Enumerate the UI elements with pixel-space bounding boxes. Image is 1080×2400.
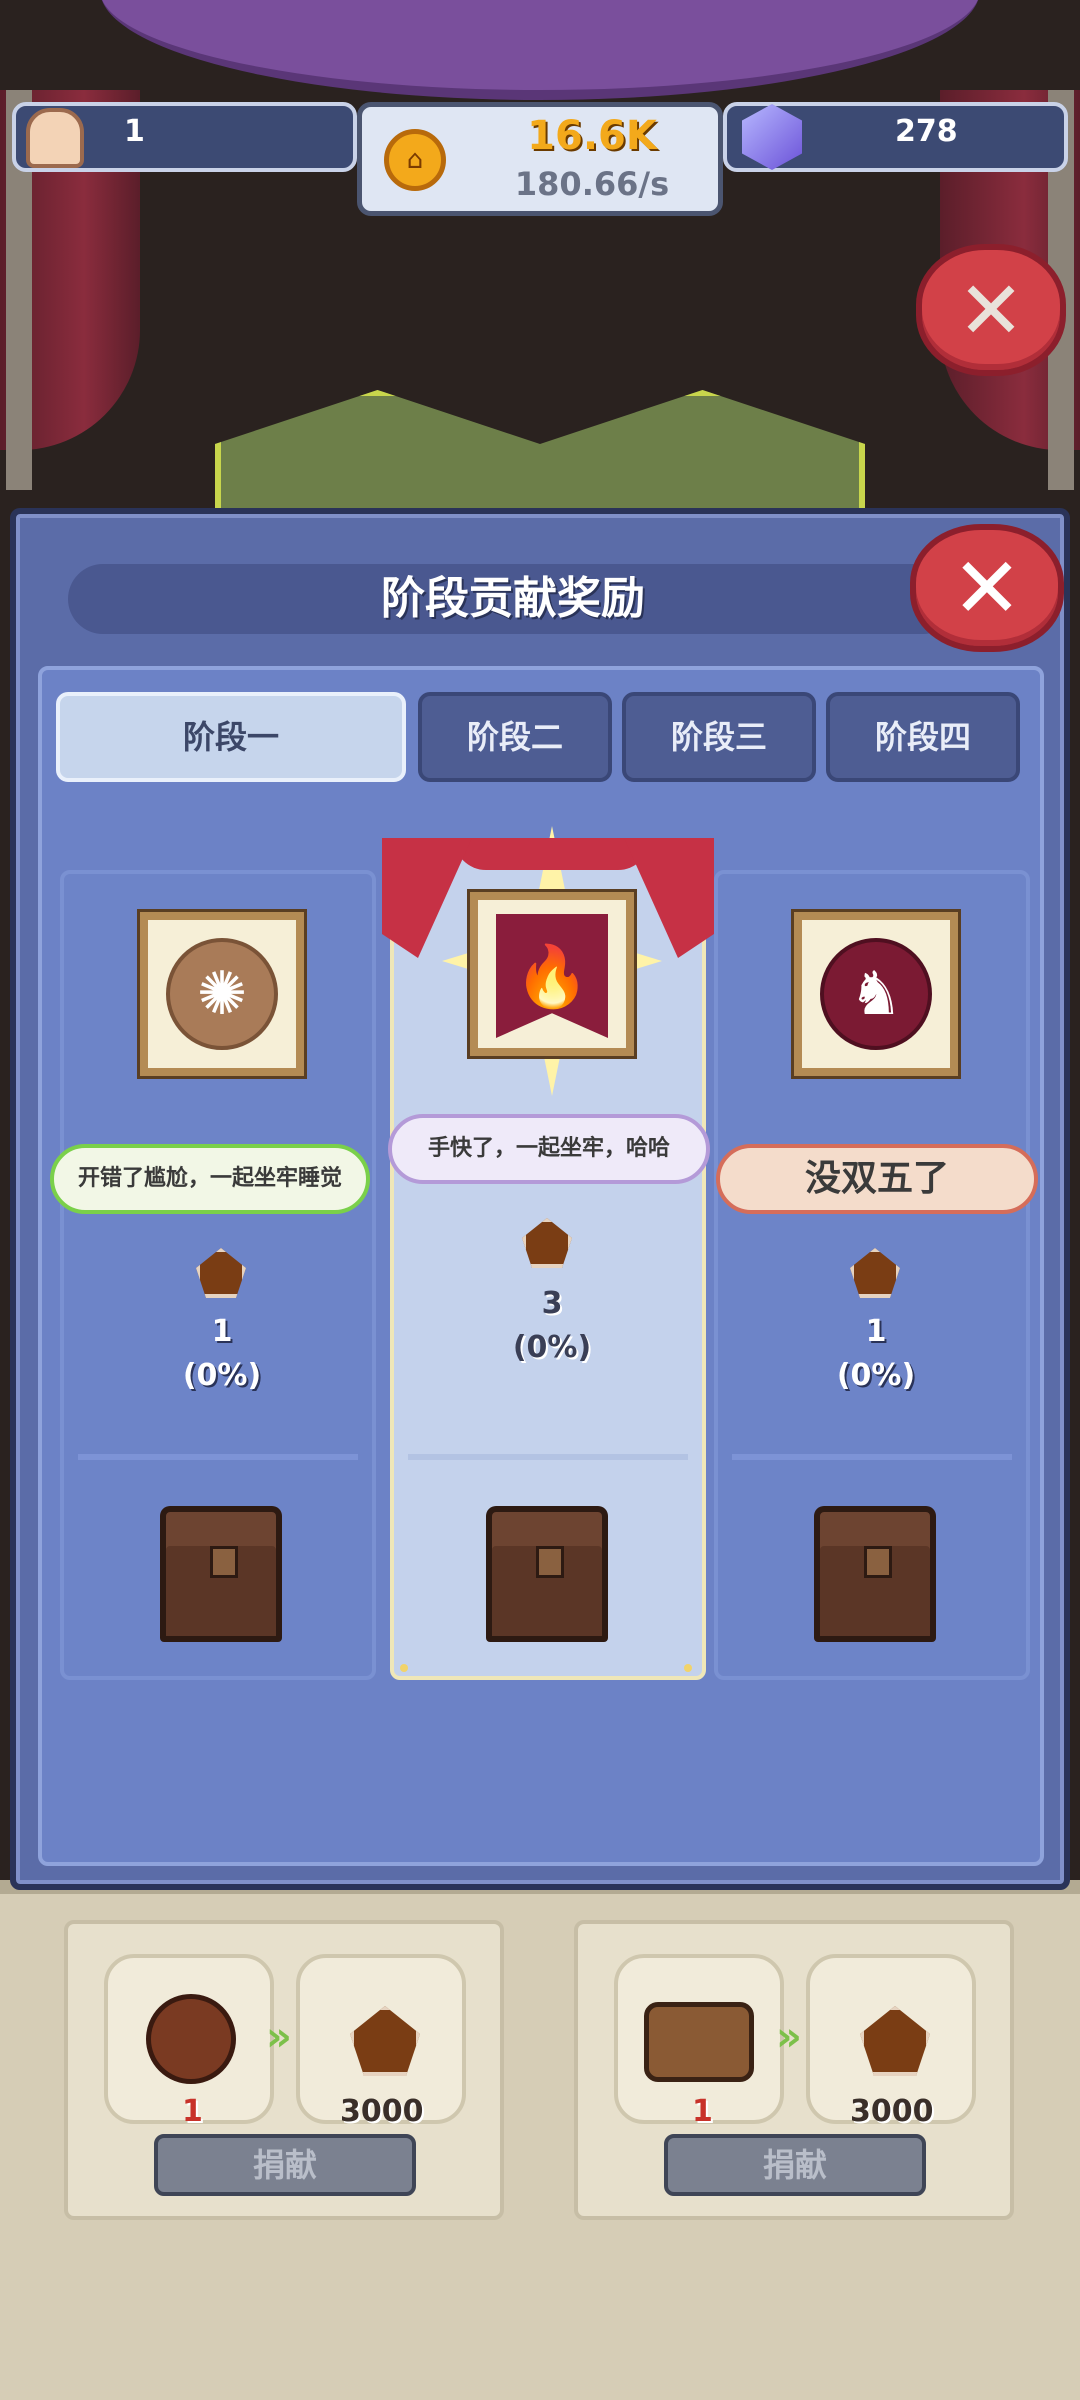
wood-logs-icon <box>644 2002 754 2082</box>
resource-icon <box>860 2006 930 2076</box>
reward-count: 1 <box>865 1314 887 1349</box>
gem-count: 278 <box>895 114 958 149</box>
close-background-button[interactable]: ✕ <box>916 244 1066 376</box>
treasure-chest-icon[interactable] <box>160 1506 282 1642</box>
reward-count: 3 <box>541 1286 563 1321</box>
resource-icon <box>850 1248 900 1298</box>
reward-frame: ✺ <box>140 912 304 1076</box>
dragon-emblem-icon: ♞ <box>820 938 932 1050</box>
gold-coin-icon: ⌂ <box>384 129 446 191</box>
gold-panel[interactable]: ⌂ 16.6K 180.66/s <box>357 102 723 216</box>
ribbon-decoration <box>454 838 650 870</box>
caption-bubble-2: 手快了，一起坐牢，哈哈 <box>388 1114 710 1184</box>
worker-avatar-icon <box>26 108 84 168</box>
input-count: 1 <box>692 2094 713 2129</box>
treasure-chest-icon[interactable] <box>486 1506 608 1642</box>
population-count: 1 <box>124 114 145 149</box>
arrow-right-icon: » <box>266 2014 292 2060</box>
ribbon-left-decoration <box>382 838 472 958</box>
gold-rate: 180.66/s <box>514 165 670 203</box>
reward-column-3[interactable]: ♞ 1 (0%) <box>714 870 1030 1680</box>
phoenix-emblem-icon: ✺ <box>166 938 278 1050</box>
reward-column-1[interactable]: ✺ 1 (0%) <box>60 870 376 1680</box>
corner-sparkle <box>684 1664 692 1672</box>
reward-percent: (0%) <box>182 1358 262 1393</box>
resource-icon <box>196 1248 246 1298</box>
close-icon: ✕ <box>951 539 1023 637</box>
close-icon: ✕ <box>957 263 1025 357</box>
donate-button[interactable]: 捐献 <box>664 2134 926 2196</box>
output-count: 3000 <box>340 2094 424 2129</box>
ribbon-right-decoration <box>624 838 714 958</box>
reward-frame: ♞ <box>794 912 958 1076</box>
stage-reward-modal: 阶段贡献奖励 阶段一 阶段二 阶段三 阶段四 ✺ 1 (0%) 🔥 3 (0%)… <box>10 508 1070 1890</box>
treasure-chest-icon[interactable] <box>814 1506 936 1642</box>
reward-column-2[interactable]: 🔥 3 (0%) <box>382 826 714 1680</box>
caption-bubble-1: 开错了尴尬，一起坐牢睡觉 <box>50 1144 370 1214</box>
donate-card-meat: 1 » 3000 捐献 <box>64 1920 504 2220</box>
modal-title: 阶段贡献奖励 <box>381 573 645 624</box>
output-count: 3000 <box>850 2094 934 2129</box>
tab-stage-3[interactable]: 阶段三 <box>622 692 816 782</box>
close-modal-button[interactable]: ✕ <box>910 524 1064 652</box>
donate-card-wood: 1 » 3000 捐献 <box>574 1920 1014 2220</box>
meat-icon <box>146 1994 236 2084</box>
gold-amount: 16.6K <box>527 113 657 159</box>
resource-icon <box>350 2006 420 2076</box>
corner-sparkle <box>400 1664 408 1672</box>
resource-icon <box>522 1218 572 1268</box>
caption-bubble-3: 没双五了 <box>716 1144 1038 1214</box>
divider <box>78 1454 358 1460</box>
reward-count: 1 <box>211 1314 233 1349</box>
title-bar: 阶段贡献奖励 <box>68 564 958 634</box>
reward-percent: (0%) <box>836 1358 916 1393</box>
modal-content: 阶段一 阶段二 阶段三 阶段四 ✺ 1 (0%) 🔥 3 (0%) ♞ 1 (0… <box>38 666 1044 1866</box>
arrow-right-icon: » <box>776 2014 802 2060</box>
input-count: 1 <box>182 2094 203 2129</box>
donate-button[interactable]: 捐献 <box>154 2134 416 2196</box>
divider <box>408 1454 688 1460</box>
reward-frame: 🔥 <box>470 892 634 1056</box>
tab-stage-1[interactable]: 阶段一 <box>56 692 406 782</box>
stage-canopy <box>100 0 980 100</box>
tab-stage-4[interactable]: 阶段四 <box>826 692 1020 782</box>
fire-banner-icon: 🔥 <box>496 914 608 1038</box>
divider <box>732 1454 1012 1460</box>
reward-percent: (0%) <box>512 1330 592 1365</box>
tab-stage-2[interactable]: 阶段二 <box>418 692 612 782</box>
